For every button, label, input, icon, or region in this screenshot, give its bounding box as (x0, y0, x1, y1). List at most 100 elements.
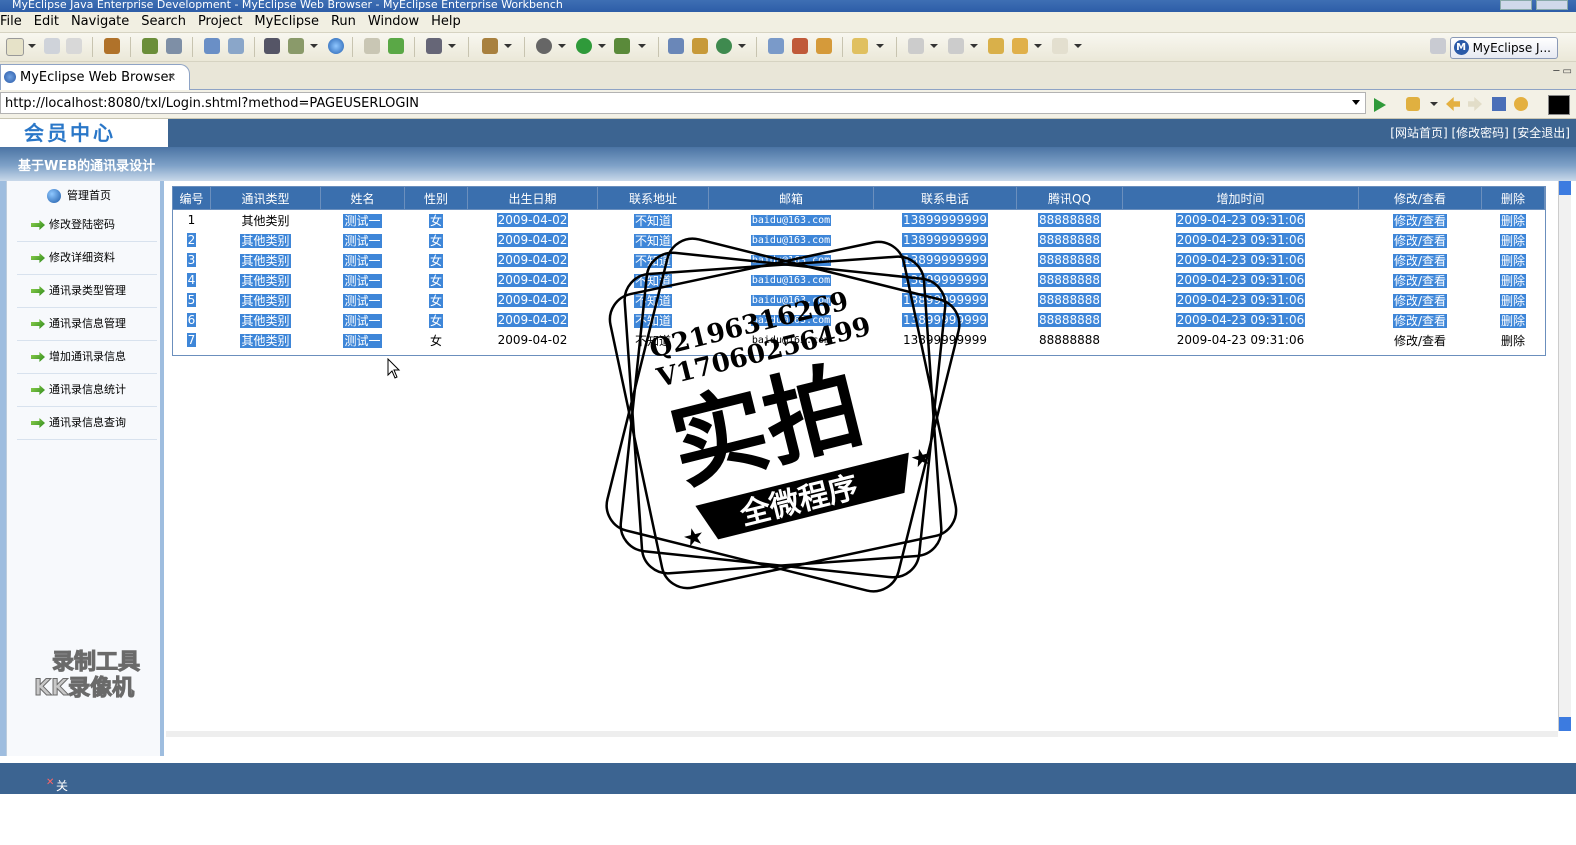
prev-annotation-icon[interactable] (948, 38, 964, 54)
folder-icon[interactable] (816, 38, 832, 54)
next-annotation-icon[interactable] (908, 38, 924, 54)
cell-text[interactable]: 删除 (1499, 273, 1526, 288)
horizontal-scrollbar[interactable] (166, 731, 1558, 737)
sidebar-item-add-info[interactable]: 增加通讯录信息 (17, 341, 157, 374)
minimize-button[interactable] (1500, 0, 1532, 10)
external-tools-dropdown-icon[interactable] (638, 44, 646, 48)
tab-web-browser[interactable]: MyEclipse Web Browser ✕ (0, 64, 190, 90)
forward-dropdown-icon[interactable] (1074, 44, 1082, 48)
menu-search[interactable]: Search (138, 12, 189, 32)
search-icon[interactable] (768, 38, 784, 54)
interface-icon[interactable] (692, 38, 708, 54)
sidebar-item-info-management[interactable]: 通讯录信息管理 (17, 308, 157, 341)
prev-annotation-dropdown-icon[interactable] (970, 44, 978, 48)
forward-icon[interactable] (1052, 38, 1068, 54)
add-file-icon[interactable] (388, 38, 404, 54)
cell-text[interactable]: 删除 (1499, 233, 1526, 248)
cell-delete[interactable]: 删除 (1482, 230, 1545, 250)
perspective-button[interactable]: M MyEclipse J... (1449, 37, 1558, 59)
sidebar-item-statistics[interactable]: 通讯录信息统计 (17, 374, 157, 407)
folder-dropdown-icon[interactable] (876, 44, 884, 48)
debug-icon[interactable] (536, 38, 552, 54)
scroll-down-icon[interactable] (1559, 717, 1571, 731)
vertical-scrollbar[interactable] (1558, 181, 1571, 731)
settings-icon[interactable] (1406, 97, 1420, 111)
sidebar-item-type-management[interactable]: 通讯录类型管理 (17, 275, 157, 308)
new-dropdown-icon[interactable] (28, 44, 36, 48)
cell-edit-view[interactable]: 修改/查看 (1359, 330, 1482, 350)
sidebar-item-query[interactable]: 通讯录信息查询 (17, 407, 157, 440)
close-icon[interactable]: ✕ (167, 65, 176, 90)
close-window-button[interactable] (1536, 0, 1568, 10)
cell-edit-view[interactable]: 修改/查看 (1359, 270, 1482, 290)
url-dropdown-icon[interactable] (1352, 100, 1360, 105)
cell-edit-view[interactable]: 修改/查看 (1359, 250, 1482, 270)
cell-text[interactable]: 删除 (1499, 293, 1526, 308)
last-edit-icon[interactable] (988, 38, 1004, 54)
top-links[interactable]: [网站首页] [修改密码] [安全退出] (1390, 119, 1570, 147)
open-icon[interactable] (364, 38, 380, 54)
cell-text[interactable]: 修改/查看 (1392, 233, 1448, 248)
deploy-icon[interactable] (264, 38, 280, 54)
forward-arrow-icon[interactable] (1468, 97, 1482, 111)
cell-text[interactable]: 删除 (1501, 334, 1525, 348)
new-icon[interactable] (6, 38, 24, 56)
open-perspective-icon[interactable] (1430, 38, 1446, 54)
server-icon[interactable] (166, 38, 182, 54)
sidebar-item-change-password[interactable]: 修改登陆密码 (17, 209, 157, 242)
run-dropdown-icon[interactable] (598, 44, 606, 48)
menu-project[interactable]: Project (195, 12, 245, 32)
cell-delete[interactable]: 删除 (1482, 290, 1545, 310)
pin-icon[interactable] (792, 38, 808, 54)
minimize-maximize-icon[interactable]: ─ ▭ (1553, 66, 1572, 77)
run-icon[interactable] (576, 38, 592, 54)
cell-text[interactable]: 删除 (1499, 313, 1526, 328)
tool-dropdown-icon[interactable] (504, 44, 512, 48)
refresh-page-icon[interactable] (1514, 97, 1528, 111)
menu-myeclipse[interactable]: MyEclipse (251, 12, 322, 32)
cell-delete[interactable]: 删除 (1482, 250, 1545, 270)
menu-window[interactable]: Window (365, 12, 422, 32)
class-icon[interactable] (668, 38, 684, 54)
cell-text[interactable]: 修改/查看 (1392, 313, 1448, 328)
cell-edit-view[interactable]: 修改/查看 (1359, 310, 1482, 330)
globe-icon[interactable] (328, 38, 344, 54)
cell-edit-view[interactable]: 修改/查看 (1359, 290, 1482, 310)
external-tools-icon[interactable] (614, 38, 630, 54)
print-icon[interactable] (66, 38, 82, 54)
edit-icon[interactable] (204, 38, 220, 54)
cell-edit-view[interactable]: 修改/查看 (1359, 230, 1482, 250)
screen-icon[interactable] (426, 38, 442, 54)
refresh-icon[interactable] (716, 38, 732, 54)
cell-text[interactable]: 修改/查看 (1392, 253, 1448, 268)
sidebar-home[interactable]: 管理首页 (47, 187, 111, 203)
cell-delete[interactable]: 删除 (1482, 330, 1545, 350)
stop-icon[interactable] (1492, 97, 1506, 111)
cell-text[interactable]: 修改/查看 (1392, 293, 1448, 308)
back-dropdown-icon[interactable] (1034, 44, 1042, 48)
back-arrow-icon[interactable] (1446, 97, 1460, 111)
next-annotation-dropdown-icon[interactable] (930, 44, 938, 48)
cell-text[interactable]: 删除 (1499, 253, 1526, 268)
cell-delete[interactable]: 删除 (1482, 210, 1545, 231)
menu-run[interactable]: Run (328, 12, 359, 32)
package-icon[interactable] (104, 38, 120, 54)
screen-dropdown-icon[interactable] (448, 44, 456, 48)
view-icon[interactable] (1548, 95, 1570, 115)
open-folder-icon[interactable] (852, 38, 868, 54)
menu-edit[interactable]: Edit (31, 12, 62, 32)
cell-text[interactable]: 修改/查看 (1394, 334, 1446, 348)
cell-text[interactable]: 修改/查看 (1392, 273, 1448, 288)
cell-delete[interactable]: 删除 (1482, 270, 1545, 290)
cell-edit-view[interactable]: 修改/查看 (1359, 210, 1482, 231)
menu-file[interactable]: File (0, 12, 25, 32)
cell-text[interactable]: 删除 (1499, 213, 1526, 228)
cell-delete[interactable]: 删除 (1482, 310, 1545, 330)
menu-help[interactable]: Help (428, 12, 464, 32)
zoom-icon[interactable] (228, 38, 244, 54)
go-icon[interactable] (1374, 98, 1386, 112)
refresh-dropdown-icon[interactable] (738, 44, 746, 48)
add-dropdown-icon[interactable] (310, 44, 318, 48)
build-icon[interactable] (142, 38, 158, 54)
debug-dropdown-icon[interactable] (558, 44, 566, 48)
